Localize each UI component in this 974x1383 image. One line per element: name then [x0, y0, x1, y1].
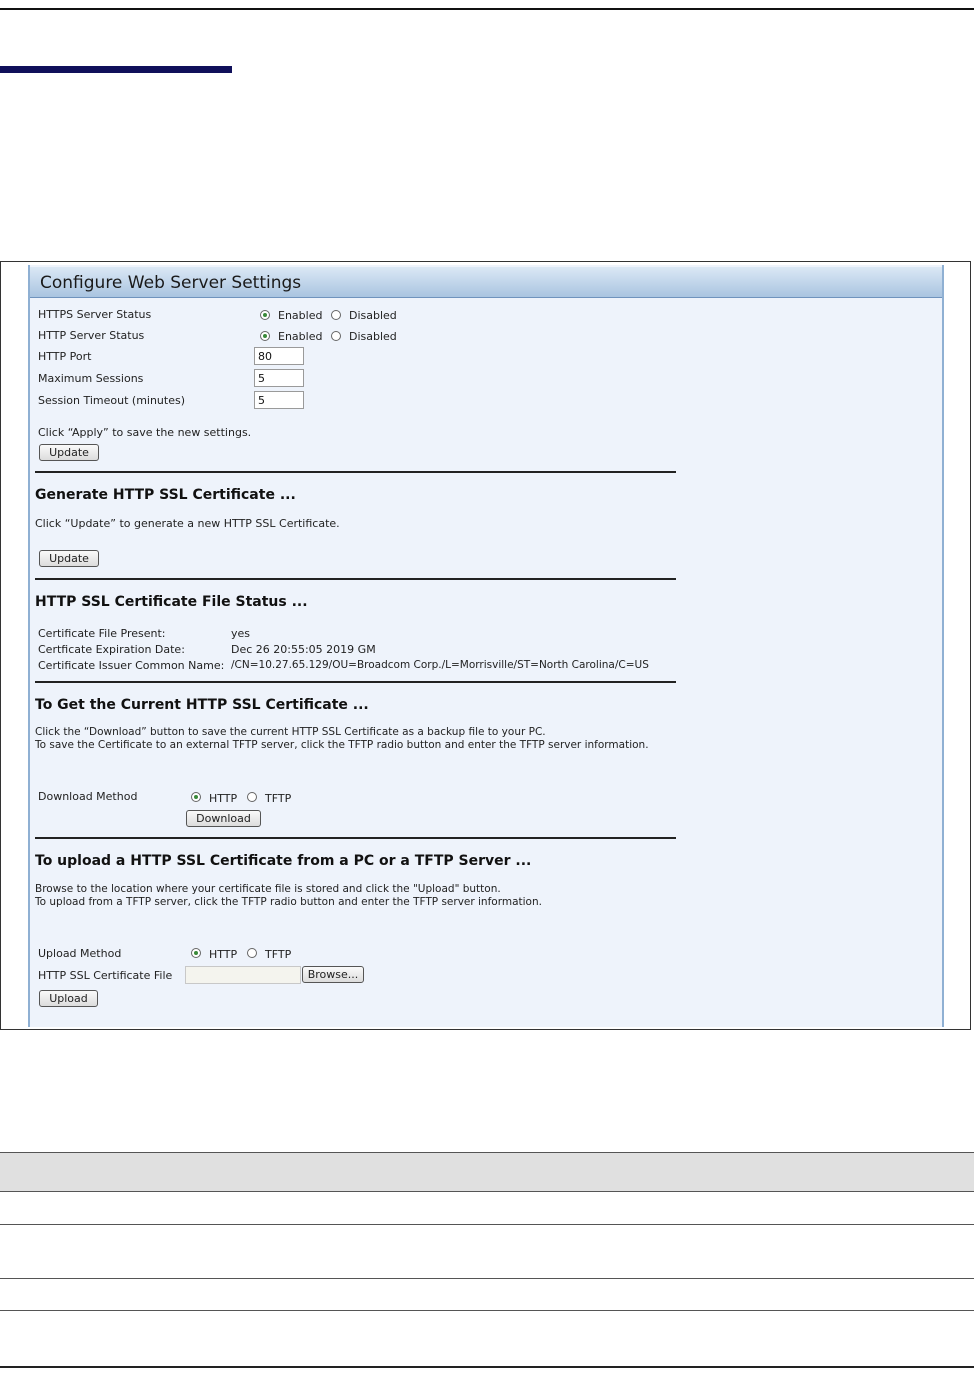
- top-rule: [0, 8, 974, 10]
- divider: [35, 578, 676, 580]
- upload-http-radio[interactable]: [191, 948, 201, 958]
- session-timeout-field[interactable]: 5: [254, 391, 304, 409]
- max-sessions-label: Maximum Sessions: [38, 372, 144, 385]
- divider: [35, 681, 676, 683]
- upload-note-2: To upload from a TFTP server, click the …: [35, 896, 542, 908]
- https-enabled-label: Enabled: [278, 309, 323, 322]
- cert-issuer-value: /CN=10.27.65.129/OU=Broadcom Corp./L=Mor…: [231, 659, 649, 671]
- download-tftp-label: TFTP: [265, 792, 292, 805]
- http-status-label: HTTP Server Status: [38, 329, 145, 342]
- session-timeout-label: Session Timeout (minutes): [38, 394, 186, 407]
- https-status-label: HTTPS Server Status: [38, 308, 152, 321]
- upload-heading: To upload a HTTP SSL Certificate from a …: [35, 853, 532, 869]
- cert-file-input[interactable]: [185, 966, 301, 984]
- http-enabled-radio[interactable]: [260, 331, 270, 341]
- http-disabled-radio[interactable]: [331, 331, 341, 341]
- panel-title: Configure Web Server Settings: [40, 273, 302, 293]
- table-row-divider: [0, 1310, 974, 1311]
- http-enabled-label: Enabled: [278, 330, 323, 343]
- divider: [35, 837, 676, 839]
- download-note-2: To save the Certificate to an external T…: [35, 739, 649, 751]
- max-sessions-field[interactable]: 5: [254, 369, 304, 387]
- download-note-1: Click the “Download” button to save the …: [35, 726, 546, 738]
- apply-note: Click “Apply” to save the new settings.: [38, 426, 252, 439]
- download-heading: To Get the Current HTTP SSL Certificate …: [35, 697, 369, 713]
- download-tftp-radio[interactable]: [247, 792, 257, 802]
- browse-button[interactable]: Browse...: [302, 966, 364, 983]
- upload-tftp-label: TFTP: [265, 948, 292, 961]
- upload-http-label: HTTP: [209, 948, 238, 961]
- upload-method-label: Upload Method: [38, 947, 122, 960]
- cert-file-label: HTTP SSL Certificate File: [38, 969, 173, 982]
- cert-expiration-value: Dec 26 20:55:05 2019 GM: [231, 643, 376, 656]
- cert-expiration-label: Certficate Expiration Date:: [38, 643, 185, 656]
- cert-issuer-label: Certificate Issuer Common Name:: [38, 659, 225, 672]
- https-disabled-radio[interactable]: [331, 310, 341, 320]
- download-method-label: Download Method: [38, 790, 138, 803]
- settings-update-button[interactable]: Update: [39, 444, 99, 461]
- generate-note: Click “Update” to generate a new HTTP SS…: [35, 517, 340, 530]
- upload-tftp-radio[interactable]: [247, 948, 257, 958]
- divider: [35, 471, 676, 473]
- table-row-divider: [0, 1224, 974, 1225]
- download-button[interactable]: Download: [186, 810, 261, 827]
- http-port-label: HTTP Port: [38, 350, 92, 363]
- download-http-radio[interactable]: [191, 792, 201, 802]
- table-row-divider: [0, 1278, 974, 1279]
- http-disabled-label: Disabled: [349, 330, 397, 343]
- download-http-label: HTTP: [209, 792, 238, 805]
- status-heading: HTTP SSL Certificate File Status ...: [35, 594, 308, 610]
- cert-present-label: Certificate File Present:: [38, 627, 166, 640]
- http-port-field[interactable]: 80: [254, 347, 304, 365]
- https-enabled-radio[interactable]: [260, 310, 270, 320]
- bottom-rule: [0, 1366, 974, 1368]
- table-header-row: [0, 1152, 974, 1192]
- generate-heading: Generate HTTP SSL Certificate ...: [35, 487, 296, 503]
- cert-present-value: yes: [231, 627, 251, 640]
- generate-update-button[interactable]: Update: [39, 550, 99, 567]
- section-title-bar: [0, 66, 232, 73]
- upload-note-1: Browse to the location where your certif…: [35, 883, 501, 895]
- https-disabled-label: Disabled: [349, 309, 397, 322]
- upload-button[interactable]: Upload: [39, 990, 98, 1007]
